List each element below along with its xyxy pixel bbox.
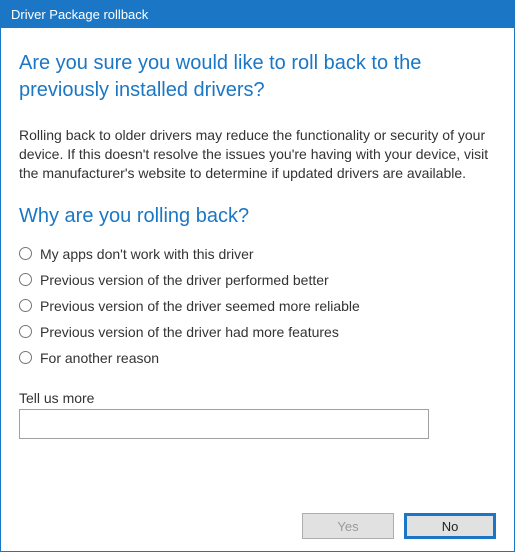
- dialog-content: Are you sure you would like to roll back…: [1, 28, 514, 551]
- reason-option-apps-dont-work[interactable]: My apps don't work with this driver: [19, 246, 496, 262]
- tell-us-more-input[interactable]: [19, 409, 429, 439]
- reason-label: Previous version of the driver performed…: [40, 272, 329, 288]
- dialog-heading: Are you sure you would like to roll back…: [19, 50, 496, 104]
- reason-label: Previous version of the driver seemed mo…: [40, 298, 360, 314]
- reason-radio-another-reason[interactable]: [19, 351, 32, 364]
- reason-option-more-reliable[interactable]: Previous version of the driver seemed mo…: [19, 298, 496, 314]
- button-row: Yes No: [19, 497, 496, 539]
- reason-radio-apps-dont-work[interactable]: [19, 247, 32, 260]
- reason-option-more-features[interactable]: Previous version of the driver had more …: [19, 324, 496, 340]
- reason-option-performed-better[interactable]: Previous version of the driver performed…: [19, 272, 496, 288]
- titlebar: Driver Package rollback: [1, 1, 514, 28]
- reason-label: Previous version of the driver had more …: [40, 324, 339, 340]
- reason-radio-more-reliable[interactable]: [19, 299, 32, 312]
- reason-label: For another reason: [40, 350, 159, 366]
- yes-button[interactable]: Yes: [302, 513, 394, 539]
- titlebar-title: Driver Package rollback: [11, 7, 148, 22]
- reason-radio-performed-better[interactable]: [19, 273, 32, 286]
- no-button[interactable]: No: [404, 513, 496, 539]
- reason-label: My apps don't work with this driver: [40, 246, 254, 262]
- reason-option-another-reason[interactable]: For another reason: [19, 350, 496, 366]
- reason-radio-more-features[interactable]: [19, 325, 32, 338]
- dialog-description: Rolling back to older drivers may reduce…: [19, 126, 496, 183]
- reason-radio-group: My apps don't work with this driver Prev…: [19, 246, 496, 376]
- dialog-window: Driver Package rollback Are you sure you…: [0, 0, 515, 552]
- tell-us-more-label: Tell us more: [19, 390, 496, 406]
- dialog-subheading: Why are you rolling back?: [19, 205, 496, 228]
